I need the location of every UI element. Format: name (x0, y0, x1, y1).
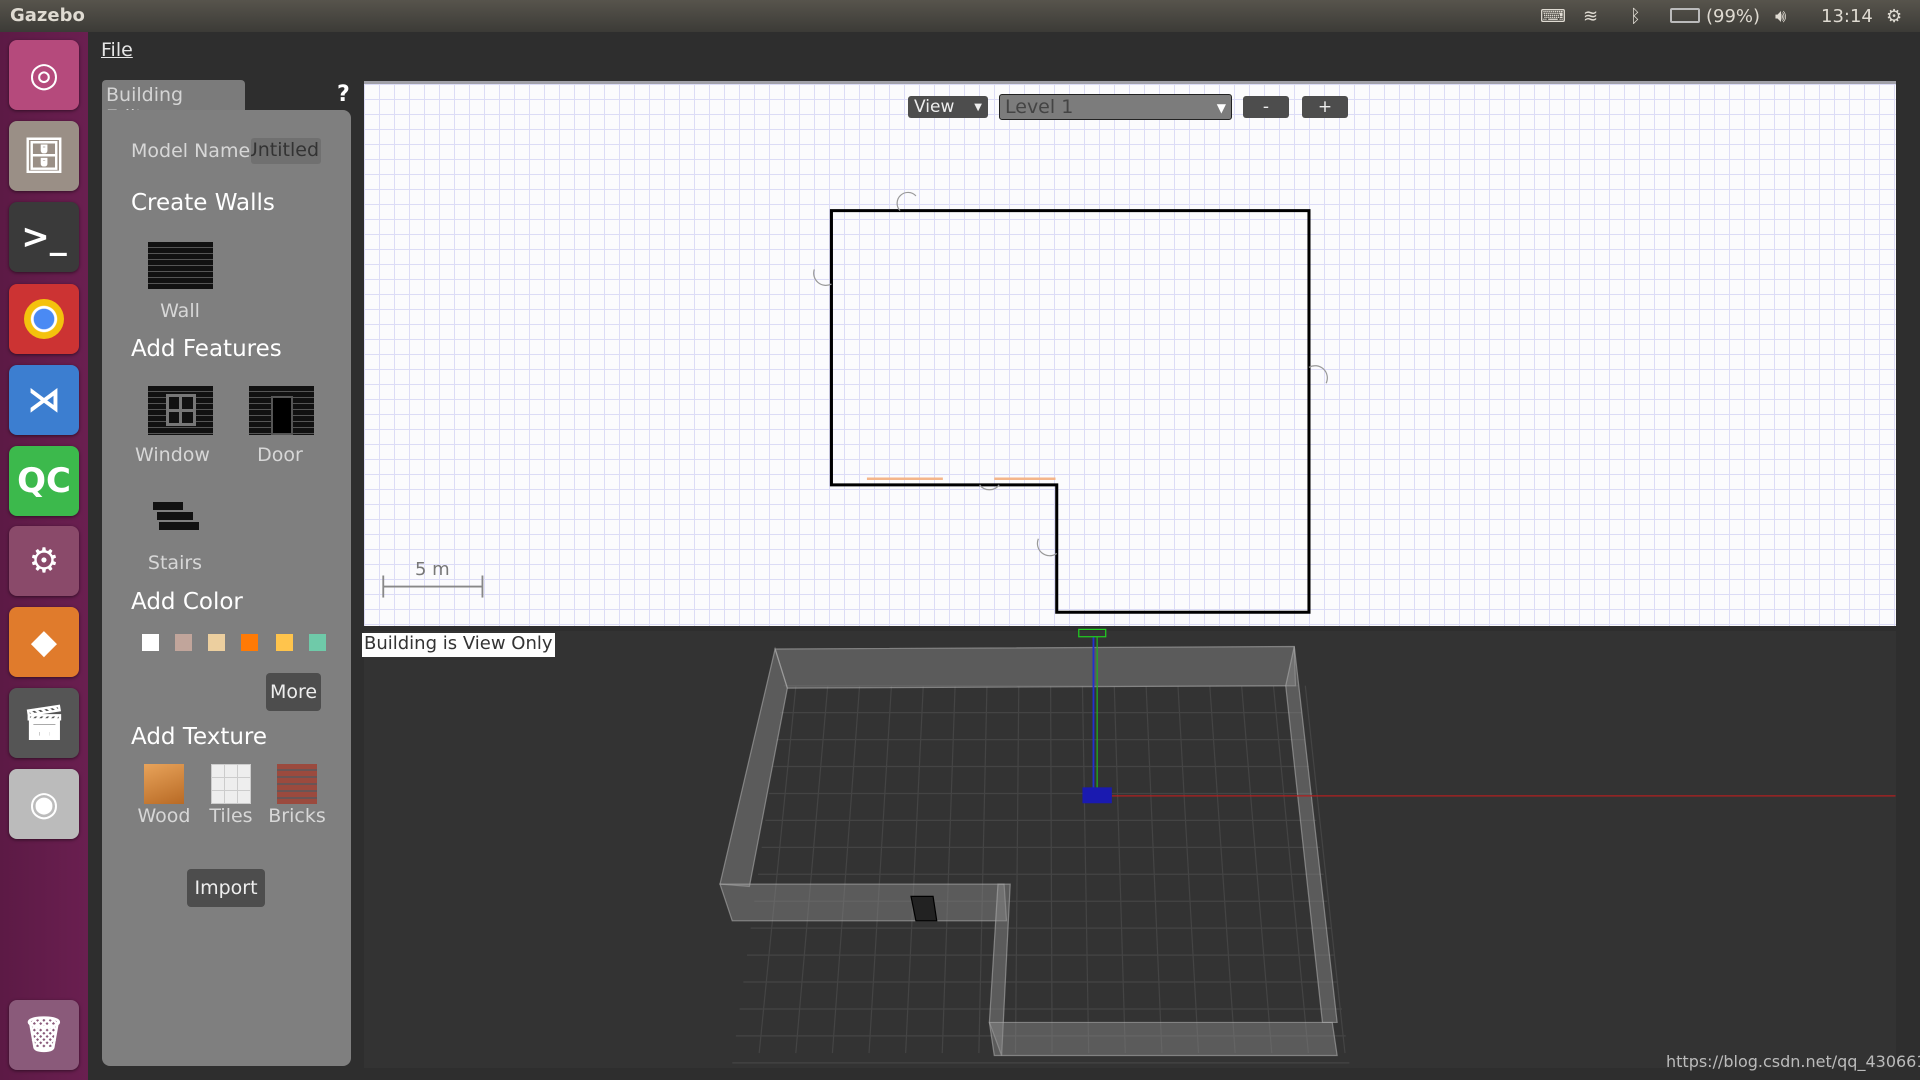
ubuntu-dash-icon[interactable]: ◎ (9, 40, 79, 110)
scale-label: 5 m (415, 559, 450, 580)
level-remove-button[interactable]: - (1243, 96, 1289, 118)
gazebo-icon[interactable]: ◆ (9, 607, 79, 677)
terminal-icon[interactable]: >_ (9, 202, 79, 272)
level-select[interactable]: Level 1 ▼ (999, 94, 1232, 120)
color-swatch-taupe[interactable] (175, 634, 192, 651)
help-button[interactable]: ? (337, 82, 350, 107)
import-button[interactable]: Import (187, 869, 265, 907)
bricks-label: Bricks (268, 805, 326, 827)
files-icon[interactable]: 🗄︎ (9, 121, 79, 191)
view-only-status: Building is View Only (362, 633, 555, 657)
tiles-texture-icon[interactable] (211, 764, 251, 804)
floorplan-2d-view[interactable]: View ▼ Level 1 ▼ - + 5 m (364, 81, 1896, 626)
top-panel: Gazebo ⌨ ≋ ᛒ (99%) 🔊︎ 13:14 ⚙ (0, 0, 1920, 32)
power-gear-icon[interactable]: ⚙ (1886, 6, 1902, 27)
wifi-icon[interactable]: ≋ (1583, 6, 1598, 27)
color-swatch-white[interactable] (142, 634, 159, 651)
building-editor-panel: Model Name Untitled Create Walls Wall Ad… (102, 110, 351, 1066)
menu-file[interactable]: File (101, 39, 133, 61)
model-name-label: Model Name (131, 140, 251, 162)
color-swatch-teal[interactable] (309, 634, 326, 651)
window-icon[interactable] (148, 386, 213, 435)
wall-label: Wall (160, 300, 200, 322)
view-dropdown[interactable]: View ▼ (908, 96, 988, 118)
more-colors-button[interactable]: More (266, 673, 321, 711)
watermark: https://blog.csdn.net/qq_43066145 (1666, 1052, 1920, 1071)
tiles-label: Tiles (209, 805, 253, 827)
scene-3d-view[interactable] (364, 631, 1896, 1068)
add-texture-heading: Add Texture (131, 724, 268, 750)
bluetooth-icon[interactable]: ᛒ (1630, 6, 1641, 27)
color-swatch-tan[interactable] (208, 634, 225, 651)
chrome-icon[interactable] (9, 284, 79, 354)
app-title: Gazebo (10, 5, 85, 26)
add-color-heading: Add Color (131, 589, 243, 615)
add-features-heading: Add Features (131, 336, 282, 362)
create-walls-heading: Create Walls (131, 190, 275, 216)
system-settings-icon[interactable]: ⚙ (9, 526, 79, 596)
chevron-down-icon: ▼ (974, 101, 982, 113)
battery-icon[interactable] (1670, 8, 1700, 23)
view-label: View (914, 97, 955, 117)
stairs-icon[interactable] (153, 502, 199, 534)
tab-building-editor[interactable]: Building Editor (102, 80, 245, 128)
color-swatch-orange[interactable] (241, 634, 258, 651)
bricks-texture-icon[interactable] (277, 764, 317, 804)
color-swatch-yellow[interactable] (276, 634, 293, 651)
window-label: Window (135, 444, 210, 466)
wood-label: Wood (137, 805, 191, 827)
wall-icon[interactable] (148, 242, 213, 289)
door-icon[interactable] (249, 386, 314, 435)
door-label: Door (257, 444, 303, 466)
vscode-icon[interactable]: ⋊ (9, 365, 79, 435)
clock[interactable]: 13:14 (1821, 6, 1873, 27)
level-value: Level 1 (1005, 96, 1074, 118)
volume-icon[interactable]: 🔊︎ (1775, 6, 1786, 27)
qtcreator-icon[interactable]: QC (9, 446, 79, 516)
level-add-button[interactable]: + (1302, 96, 1348, 118)
chevron-down-icon: ▼ (1216, 101, 1226, 115)
model-name-input[interactable]: Untitled (251, 138, 321, 164)
keyboard-icon[interactable]: ⌨ (1540, 6, 1566, 27)
battery-percent: (99%) (1706, 6, 1761, 27)
disk-icon[interactable]: ◉ (9, 769, 79, 839)
video-editor-icon[interactable]: 🎬︎ (9, 688, 79, 758)
wood-texture-icon[interactable] (144, 764, 184, 804)
trash-icon[interactable]: 🗑︎ (9, 1000, 79, 1070)
menu-bar: File (88, 32, 1920, 80)
launcher: ◎ 🗄︎ >_ ⋊ QC ⚙ ◆ 🎬︎ ◉ 🗑︎ (0, 32, 88, 1080)
stairs-label: Stairs (147, 552, 203, 574)
